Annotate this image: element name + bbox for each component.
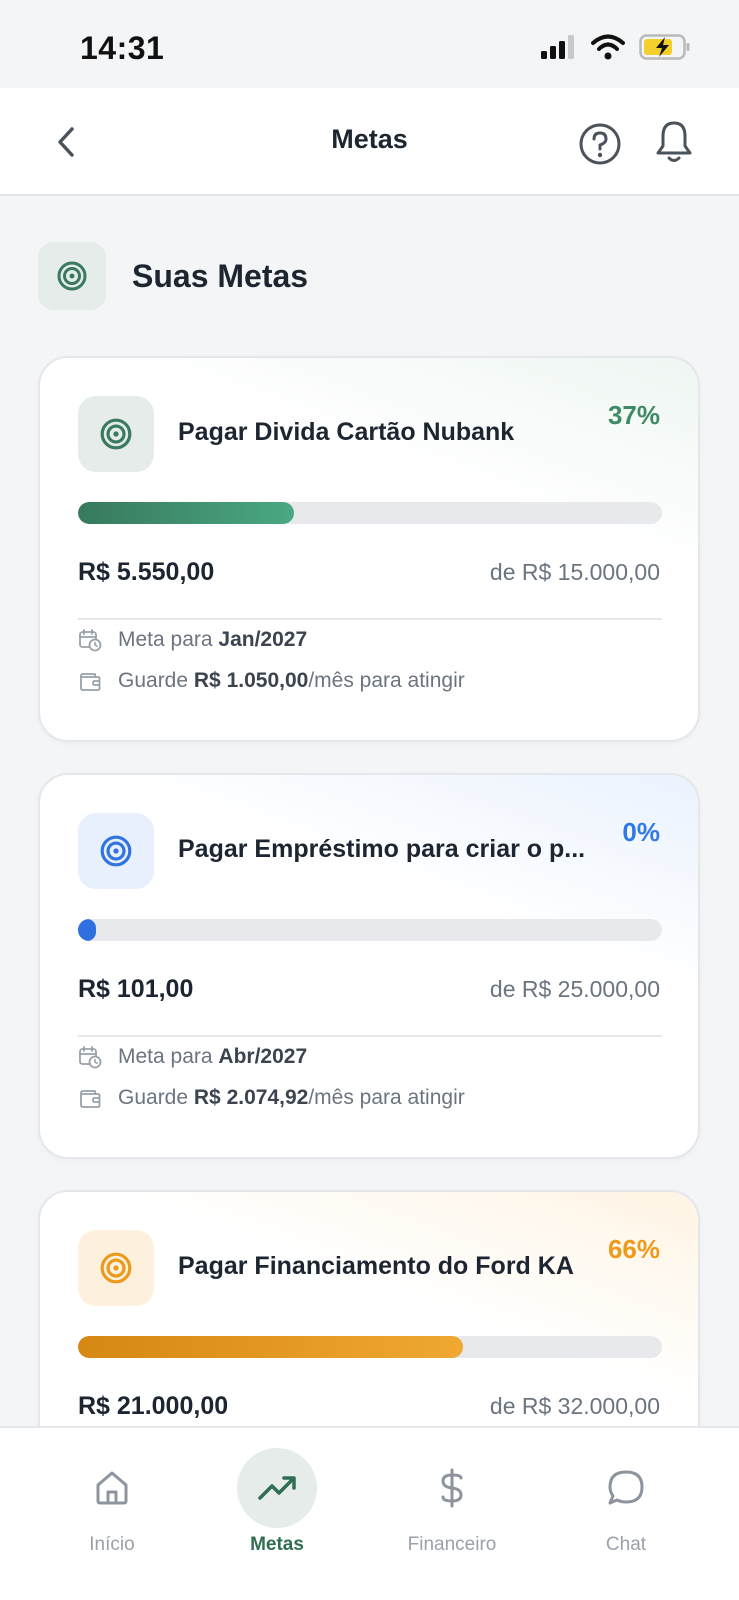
nav-item-inicio[interactable]: Início	[52, 1448, 172, 1578]
goal-target-amount: de R$ 25.000,00	[489, 976, 660, 1002]
deadline-value: Jan/2027	[218, 628, 308, 651]
goal-current-amount: R$ 5.550,00	[78, 558, 215, 586]
goal-monthly-row: Guarde R$ 2.074,92/mês para atingir	[78, 1086, 465, 1110]
nav-icon-wrap	[412, 1448, 492, 1528]
goal-title: Pagar Divida Cartão Nubank	[178, 418, 515, 446]
battery-charging-icon	[639, 34, 690, 60]
status-bar: 14:31	[0, 0, 739, 88]
goal-icon-box	[78, 396, 154, 472]
trending-up-icon	[258, 1476, 296, 1500]
nav-item-financeiro[interactable]: Financeiro	[392, 1448, 512, 1578]
goal-card[interactable]: Pagar Empréstimo para criar o p... 0% R$…	[38, 773, 700, 1159]
notifications-button[interactable]	[652, 118, 696, 166]
save-prefix: Guarde	[118, 1086, 189, 1109]
calendar-clock-icon	[78, 1045, 102, 1069]
wallet-icon	[78, 1086, 102, 1110]
help-circle-icon	[579, 123, 621, 165]
section-header: Suas Metas	[38, 242, 308, 310]
goal-progress-bar	[78, 1336, 662, 1358]
save-suffix: /mês para atingir	[308, 669, 465, 692]
goal-target-amount: de R$ 15.000,00	[489, 559, 660, 585]
deadline-prefix: Meta para	[118, 1045, 213, 1068]
goal-deadline-row: Meta para Abr/2027	[78, 1045, 307, 1069]
save-suffix: /mês para atingir	[308, 1086, 465, 1109]
card-divider	[78, 618, 662, 620]
deadline-value: Abr/2027	[218, 1045, 308, 1068]
nav-item-chat[interactable]: Chat	[566, 1448, 686, 1578]
chat-bubble-icon	[608, 1470, 644, 1505]
section-title: Suas Metas	[132, 257, 309, 294]
goal-title: Pagar Empréstimo para criar o p...	[178, 835, 586, 863]
goal-percent: 0%	[622, 817, 660, 847]
goal-monthly-row: Guarde R$ 1.050,00/mês para atingir	[78, 669, 465, 693]
save-prefix: Guarde	[118, 669, 189, 692]
status-icons	[541, 34, 691, 60]
target-icon	[100, 1252, 132, 1284]
goal-progress-fill	[78, 1336, 464, 1358]
nav-icon-wrap	[237, 1448, 317, 1528]
signal-icon	[541, 35, 574, 59]
nav-label: Início	[89, 1534, 135, 1555]
target-icon	[100, 418, 132, 450]
goal-current-amount: R$ 21.000,00	[78, 1392, 229, 1420]
goal-title: Pagar Financiamento do Ford KA	[178, 1252, 574, 1280]
nav-icon-wrap	[72, 1448, 152, 1528]
home-icon	[96, 1471, 128, 1505]
goal-target-amount: de R$ 32.000,00	[489, 1393, 660, 1419]
target-icon	[100, 835, 132, 867]
status-time: 14:31	[80, 30, 165, 66]
nav-label: Financeiro	[407, 1534, 497, 1555]
bottom-nav: Início Metas Financeiro Chat	[0, 1426, 739, 1600]
goal-progress-bar	[78, 502, 662, 524]
goal-percent: 66%	[607, 1234, 660, 1264]
goal-progress-fill	[78, 919, 96, 941]
section-icon-box	[38, 242, 106, 310]
save-amount: R$ 2.074,92	[193, 1086, 309, 1109]
goal-progress-bar	[78, 919, 662, 941]
goal-deadline-row: Meta para Jan/2027	[78, 628, 307, 652]
card-divider	[78, 1035, 662, 1037]
wallet-icon	[78, 669, 102, 693]
bell-icon	[656, 121, 692, 162]
goal-percent: 37%	[607, 400, 660, 430]
goal-icon-box	[78, 813, 154, 889]
dollar-icon	[441, 1468, 463, 1508]
page-title: Metas	[331, 124, 408, 154]
deadline-prefix: Meta para	[118, 628, 213, 651]
target-icon	[57, 261, 87, 291]
nav-label: Metas	[250, 1534, 304, 1555]
wifi-icon	[591, 34, 625, 60]
save-amount: R$ 1.050,00	[193, 669, 309, 692]
goal-icon-box	[78, 1230, 154, 1306]
goal-current-amount: R$ 101,00	[78, 975, 194, 1003]
calendar-clock-icon	[78, 628, 102, 652]
goal-card[interactable]: Pagar Divida Cartão Nubank 37% R$ 5.550,…	[38, 356, 700, 742]
nav-label: Chat	[605, 1534, 647, 1555]
goal-progress-fill	[78, 502, 295, 524]
nav-item-metas[interactable]: Metas	[217, 1448, 337, 1578]
help-button[interactable]	[578, 122, 622, 166]
app-header: Metas	[0, 88, 739, 196]
nav-icon-wrap	[586, 1448, 666, 1528]
metas-screen: 14:31 Metas Suas Metas Pagar Divida Cart…	[0, 0, 739, 1600]
